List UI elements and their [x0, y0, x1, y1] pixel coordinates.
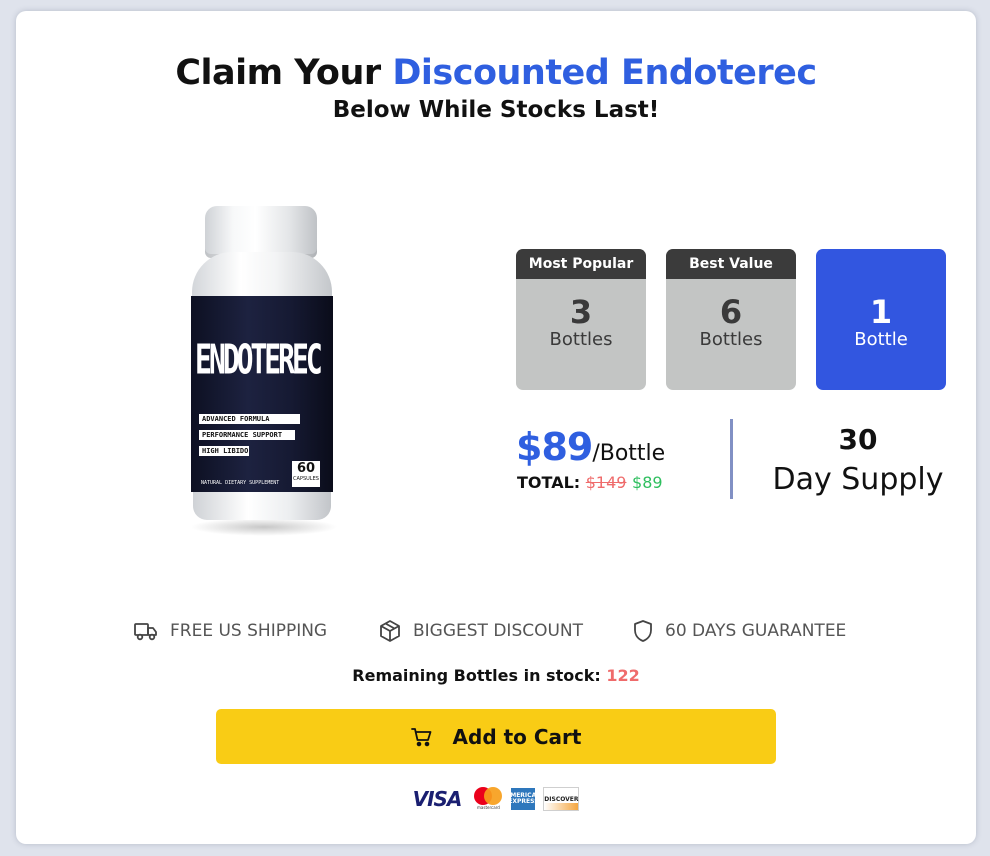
feature-label: BIGGEST DISCOUNT [413, 621, 584, 641]
price-per-bottle: $89/Bottle [516, 425, 665, 469]
option-unit: Bottles [699, 329, 763, 350]
bottle-shadow [190, 518, 338, 536]
capsule-count: 60 [296, 461, 316, 476]
option-quantity: 6 [719, 293, 743, 331]
feature-list: FREE US SHIPPING BIGGEST DISCOUNT 60 DAY… [16, 619, 976, 643]
bottle-tag: HIGH LIBIDO [199, 446, 249, 456]
mastercard-logo: mastercard [473, 787, 503, 811]
bottle-brand-text: ENDOTEREC [195, 336, 323, 384]
feature-free-shipping: FREE US SHIPPING [134, 619, 327, 643]
stock-remaining: Remaining Bottles in stock: 122 [16, 666, 976, 685]
supply-text: Day Supply [772, 462, 944, 497]
visa-logo: VISA [412, 787, 463, 811]
feature-biggest-discount: BIGGEST DISCOUNT [379, 619, 583, 643]
package-option-3-bottles[interactable]: Most Popular 3 Bottles [516, 249, 646, 390]
option-unit: Bottle [854, 329, 908, 350]
shield-icon [634, 620, 652, 642]
capsule-count-unit: CAPSULES [293, 476, 319, 482]
supply-days: 30 [838, 423, 878, 456]
order-total: TOTAL: $149 $89 [517, 473, 663, 492]
truck-icon [134, 623, 157, 641]
option-badge: Best Value [666, 249, 796, 279]
amex-logo: AMERICAN EXPRESS [506, 788, 541, 810]
stock-label: Remaining Bottles in stock: [352, 666, 601, 685]
payment-methods: VISA mastercard AMERICAN EXPRESS DISCOVE… [16, 786, 976, 812]
option-quantity: 3 [569, 293, 593, 331]
capsule-count-badge: 60 CAPSULES [292, 461, 320, 487]
offer-card: Claim Your Discounted Endoterec Below Wh… [16, 11, 976, 844]
price-amount: $89 [516, 425, 593, 469]
old-total-price: $149 [585, 473, 627, 492]
option-quantity: 1 [869, 293, 893, 331]
package-option-1-bottle[interactable]: 1 Bottle [816, 249, 946, 390]
bottle-shoulder [192, 252, 332, 300]
box-icon [380, 620, 400, 642]
add-to-cart-label: Add to Cart [452, 724, 582, 749]
product-bottle-image: ENDOTEREC ADVANCED FORMULA PERFORMANCE S… [184, 204, 344, 536]
feature-label: 60 DAYS GUARANTEE [665, 621, 847, 641]
total-label: TOTAL: [517, 473, 581, 492]
feature-label: FREE US SHIPPING [170, 621, 328, 641]
stock-count: 122 [606, 666, 640, 685]
option-badge: Most Popular [516, 249, 646, 279]
title-accent: Discounted Endoterec [392, 53, 817, 93]
package-option-6-bottles[interactable]: Best Value 6 Bottles [666, 249, 796, 390]
supply-duration: 30 Day Supply [760, 421, 956, 501]
price-unit: /Bottle [592, 441, 666, 466]
add-to-cart-button[interactable]: Add to Cart [216, 709, 776, 764]
title-prefix: Claim Your [175, 53, 393, 93]
option-unit: Bottles [549, 329, 613, 350]
feature-guarantee: 60 DAYS GUARANTEE [633, 619, 846, 643]
discover-logo: DISCOVER [543, 787, 580, 811]
page-subtitle: Below While Stocks Last! [332, 97, 660, 123]
page-title: Claim Your Discounted Endoterec [16, 53, 976, 93]
bottle-label: ENDOTEREC ADVANCED FORMULA PERFORMANCE S… [191, 296, 333, 492]
bottle-cap [205, 206, 317, 258]
new-total-price: $89 [632, 473, 663, 492]
cart-icon [410, 727, 431, 746]
bottle-footer-text: NATURAL DIETARY SUPPLEMENT [201, 480, 280, 486]
bottle-tag: ADVANCED FORMULA [199, 414, 300, 424]
bottle-tag: PERFORMANCE SUPPORT [199, 430, 295, 440]
price-divider [730, 419, 733, 499]
bottle-base [193, 490, 331, 520]
